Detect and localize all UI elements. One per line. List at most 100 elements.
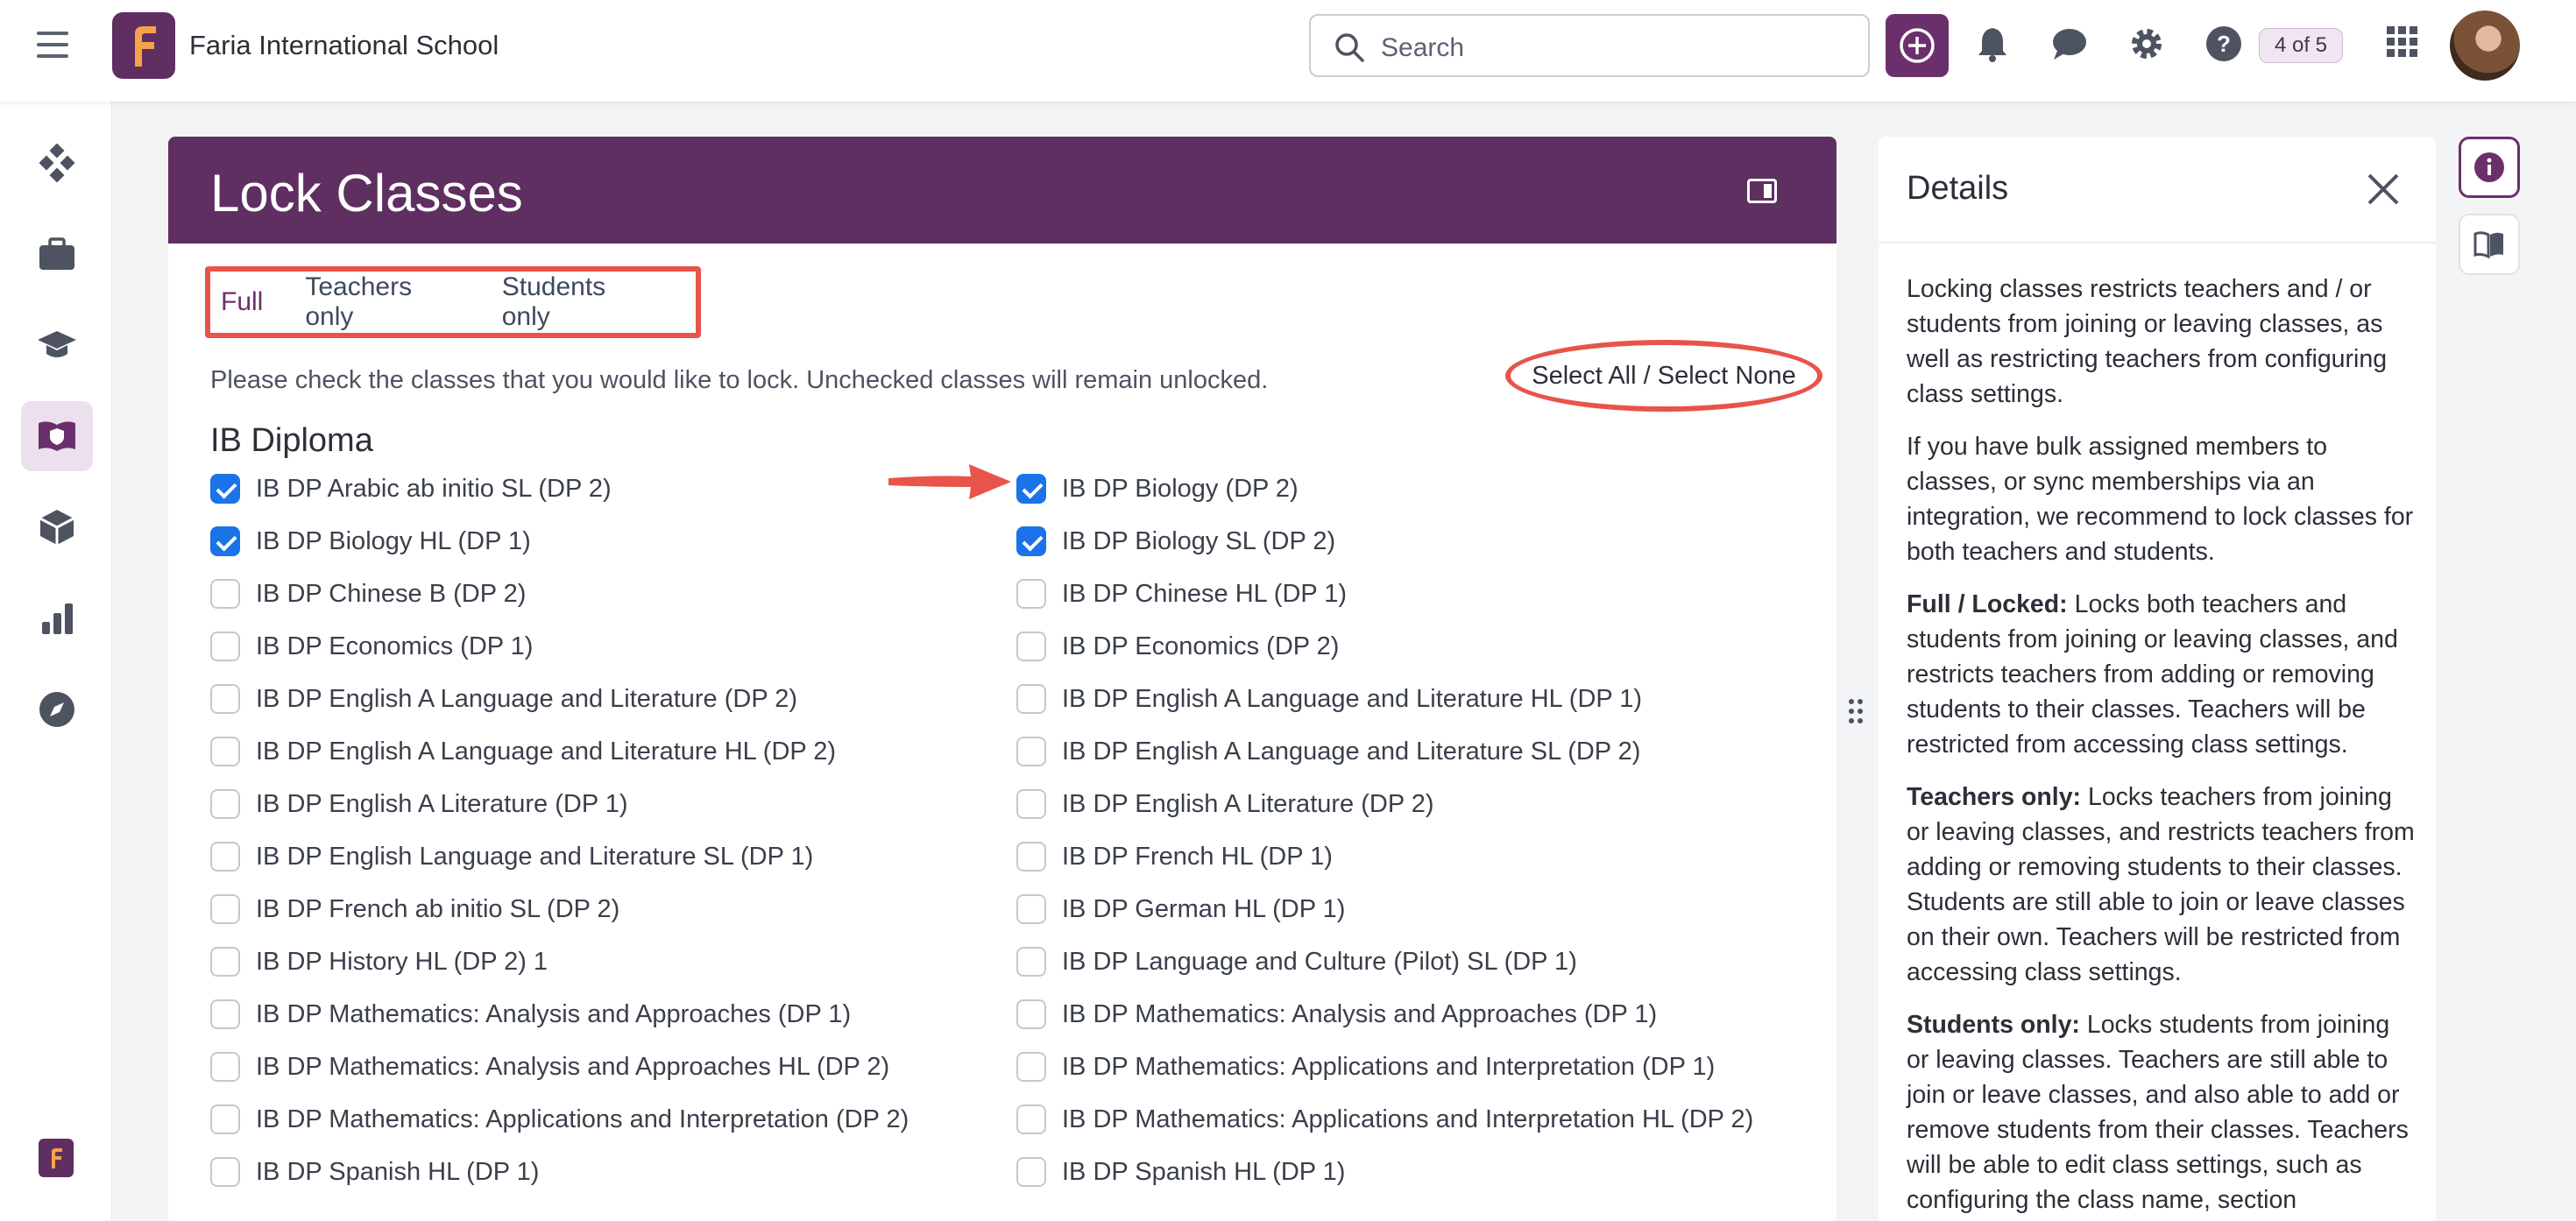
- class-checkbox-row[interactable]: IB DP Biology SL (DP 2): [1016, 515, 1753, 568]
- checkbox-unchecked[interactable]: [210, 1157, 240, 1187]
- checkbox-unchecked[interactable]: [210, 999, 240, 1029]
- user-avatar[interactable]: [2450, 11, 2520, 81]
- checkbox-unchecked[interactable]: [210, 579, 240, 609]
- class-label[interactable]: IB DP Chinese HL (DP 1): [1062, 580, 1347, 609]
- class-checkbox-row[interactable]: IB DP Chinese B (DP 2): [210, 568, 909, 620]
- checkbox-unchecked[interactable]: [1016, 894, 1046, 924]
- checkbox-unchecked[interactable]: [1016, 947, 1046, 977]
- checkbox-unchecked[interactable]: [1016, 737, 1046, 766]
- class-label[interactable]: IB DP English A Literature (DP 2): [1062, 790, 1433, 819]
- class-checkbox-row[interactable]: IB DP Mathematics: Applications and Inte…: [1016, 1041, 1753, 1093]
- resize-handle-icon[interactable]: [1847, 697, 1865, 725]
- toggle-panel-icon[interactable]: [1747, 179, 1777, 203]
- class-checkbox-row[interactable]: IB DP Chinese HL (DP 1): [1016, 568, 1753, 620]
- class-label[interactable]: IB DP English A Language and Literature …: [1062, 738, 1640, 766]
- search-input[interactable]: Search: [1309, 14, 1870, 77]
- checkbox-checked[interactable]: [210, 474, 240, 504]
- close-icon[interactable]: [2366, 172, 2401, 207]
- class-checkbox-row[interactable]: IB DP Spanish HL (DP 1): [1016, 1146, 1753, 1198]
- class-label[interactable]: IB DP Mathematics: Analysis and Approach…: [256, 1000, 851, 1029]
- class-label[interactable]: IB DP Biology HL (DP 1): [256, 527, 531, 556]
- menu-icon[interactable]: [37, 32, 68, 58]
- class-label[interactable]: IB DP Chinese B (DP 2): [256, 580, 526, 609]
- checkbox-unchecked[interactable]: [210, 1052, 240, 1082]
- class-checkbox-row[interactable]: IB DP Mathematics: Applications and Inte…: [210, 1093, 909, 1146]
- class-checkbox-row[interactable]: IB DP Spanish HL (DP 1): [210, 1146, 909, 1198]
- chat-icon[interactable]: [2050, 25, 2089, 63]
- school-logo[interactable]: [112, 12, 175, 79]
- faria-logo[interactable]: [39, 1139, 74, 1177]
- tab-students-only[interactable]: Students only: [502, 272, 654, 332]
- select-all-none-button[interactable]: Select All / Select None: [1505, 340, 1822, 412]
- nav-resources[interactable]: [21, 492, 93, 562]
- checkbox-unchecked[interactable]: [1016, 999, 1046, 1029]
- class-label[interactable]: IB DP Spanish HL (DP 1): [256, 1158, 539, 1187]
- class-checkbox-row[interactable]: IB DP Biology (DP 2): [1016, 462, 1753, 515]
- class-checkbox-row[interactable]: IB DP Biology HL (DP 1): [210, 515, 909, 568]
- class-label[interactable]: IB DP Arabic ab initio SL (DP 2): [256, 475, 612, 504]
- add-button[interactable]: [1886, 14, 1949, 77]
- class-label[interactable]: IB DP English A Language and Literature …: [256, 738, 836, 766]
- checkbox-unchecked[interactable]: [210, 947, 240, 977]
- class-checkbox-row[interactable]: IB DP Mathematics: Analysis and Approach…: [210, 988, 909, 1041]
- nav-dashboard[interactable]: [21, 128, 93, 198]
- class-checkbox-row[interactable]: IB DP French ab initio SL (DP 2): [210, 883, 909, 935]
- class-label[interactable]: IB DP Mathematics: Applications and Inte…: [1062, 1105, 1753, 1134]
- class-label[interactable]: IB DP English A Language and Literature …: [256, 685, 797, 714]
- tab-teachers-only[interactable]: Teachers only: [305, 272, 459, 332]
- gear-icon[interactable]: [2127, 25, 2166, 63]
- checkbox-unchecked[interactable]: [1016, 684, 1046, 714]
- class-checkbox-row[interactable]: IB DP English A Literature (DP 2): [1016, 778, 1753, 830]
- checkbox-unchecked[interactable]: [1016, 579, 1046, 609]
- checkbox-unchecked[interactable]: [1016, 632, 1046, 661]
- class-label[interactable]: IB DP French HL (DP 1): [1062, 843, 1333, 872]
- nav-briefcase[interactable]: [21, 219, 93, 289]
- class-label[interactable]: IB DP Biology (DP 2): [1062, 475, 1299, 504]
- checkbox-unchecked[interactable]: [1016, 1105, 1046, 1134]
- class-label[interactable]: IB DP History HL (DP 2) 1: [256, 948, 548, 977]
- class-checkbox-row[interactable]: IB DP Arabic ab initio SL (DP 2): [210, 462, 909, 515]
- class-label[interactable]: IB DP Economics (DP 2): [1062, 632, 1339, 661]
- tab-full[interactable]: Full: [221, 287, 263, 317]
- class-label[interactable]: IB DP German HL (DP 1): [1062, 895, 1345, 924]
- guide-button[interactable]: [2459, 214, 2520, 275]
- class-checkbox-row[interactable]: IB DP English A Language and Literature …: [1016, 673, 1753, 725]
- checkbox-unchecked[interactable]: [1016, 1052, 1046, 1082]
- class-checkbox-row[interactable]: IB DP English A Language and Literature …: [1016, 725, 1753, 778]
- class-checkbox-row[interactable]: IB DP Economics (DP 1): [210, 620, 909, 673]
- school-name[interactable]: Faria International School: [189, 30, 499, 61]
- class-checkbox-row[interactable]: IB DP Mathematics: Analysis and Approach…: [1016, 988, 1753, 1041]
- profile-badge[interactable]: 4 of 5: [2259, 28, 2343, 63]
- checkbox-checked[interactable]: [1016, 474, 1046, 504]
- class-label[interactable]: IB DP English A Literature (DP 1): [256, 790, 627, 819]
- class-checkbox-row[interactable]: IB DP Language and Culture (Pilot) SL (D…: [1016, 935, 1753, 988]
- class-checkbox-row[interactable]: IB DP English A Language and Literature …: [210, 725, 909, 778]
- class-checkbox-row[interactable]: IB DP French HL (DP 1): [1016, 830, 1753, 883]
- checkbox-unchecked[interactable]: [210, 894, 240, 924]
- class-checkbox-row[interactable]: IB DP English Language and Literature SL…: [210, 830, 909, 883]
- info-button[interactable]: [2459, 137, 2520, 198]
- class-checkbox-row[interactable]: IB DP History HL (DP 2) 1: [210, 935, 909, 988]
- class-label[interactable]: IB DP Mathematics: Analysis and Approach…: [256, 1053, 889, 1082]
- help-icon[interactable]: ?: [2204, 25, 2243, 63]
- checkbox-unchecked[interactable]: [210, 1105, 240, 1134]
- class-label[interactable]: IB DP Mathematics: Applications and Inte…: [1062, 1053, 1715, 1082]
- checkbox-unchecked[interactable]: [210, 737, 240, 766]
- nav-classes[interactable]: [21, 401, 93, 471]
- class-label[interactable]: IB DP Spanish HL (DP 1): [1062, 1158, 1345, 1187]
- checkbox-unchecked[interactable]: [210, 842, 240, 872]
- class-checkbox-row[interactable]: IB DP English A Language and Literature …: [210, 673, 909, 725]
- class-label[interactable]: IB DP Biology SL (DP 2): [1062, 527, 1335, 556]
- class-checkbox-row[interactable]: IB DP English A Literature (DP 1): [210, 778, 909, 830]
- class-label[interactable]: IB DP English A Language and Literature …: [1062, 685, 1642, 714]
- checkbox-checked[interactable]: [210, 526, 240, 556]
- class-checkbox-row[interactable]: IB DP Mathematics: Analysis and Approach…: [210, 1041, 909, 1093]
- checkbox-unchecked[interactable]: [1016, 789, 1046, 819]
- checkbox-unchecked[interactable]: [1016, 842, 1046, 872]
- class-label[interactable]: IB DP Mathematics: Analysis and Approach…: [1062, 1000, 1657, 1029]
- checkbox-checked[interactable]: [1016, 526, 1046, 556]
- class-checkbox-row[interactable]: IB DP German HL (DP 1): [1016, 883, 1753, 935]
- class-checkbox-row[interactable]: IB DP Economics (DP 2): [1016, 620, 1753, 673]
- class-label[interactable]: IB DP English Language and Literature SL…: [256, 843, 813, 872]
- class-label[interactable]: IB DP Economics (DP 1): [256, 632, 533, 661]
